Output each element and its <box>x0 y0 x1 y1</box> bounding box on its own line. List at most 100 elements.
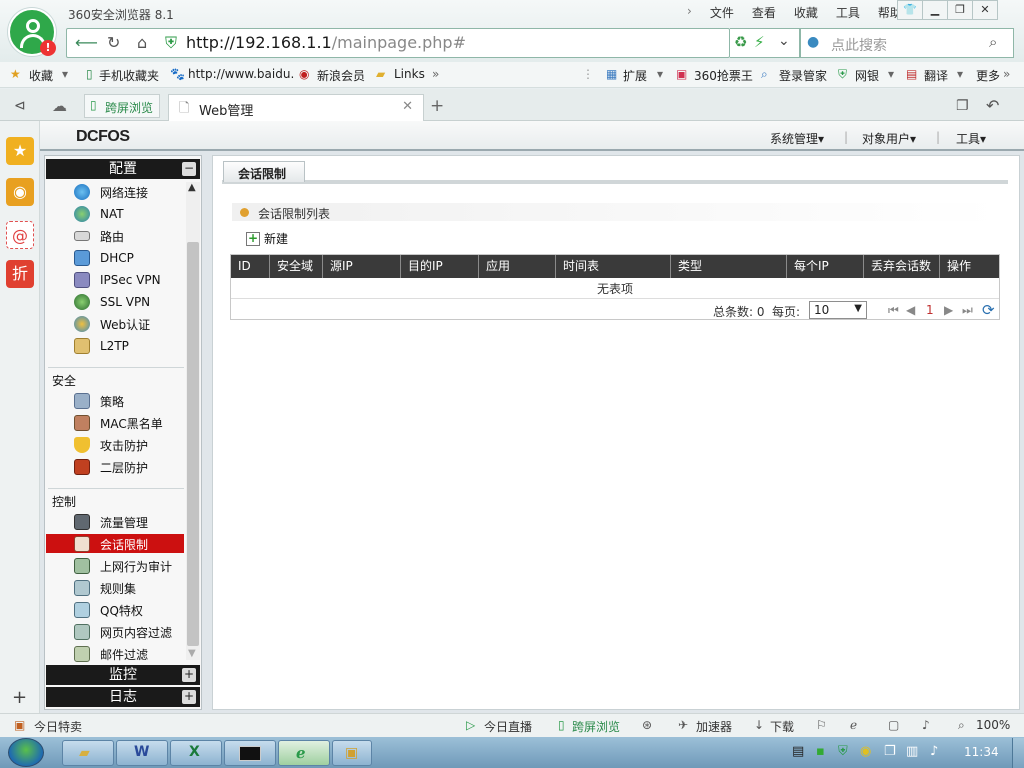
first-page-icon[interactable]: ⏮ <box>888 303 899 318</box>
nav-item-nat[interactable]: NAT <box>74 204 124 224</box>
more-chevron-icon[interactable]: » <box>432 67 439 81</box>
nav-item-ipsec-vpn[interactable]: IPSec VPN <box>74 270 161 290</box>
col-per-ip[interactable]: 每个IP <box>787 255 864 278</box>
nav-item-route[interactable]: 路由 <box>74 226 124 246</box>
menu-file[interactable]: 文件 <box>701 4 743 21</box>
nav-item-session-limit[interactable]: 会话限制 <box>74 534 148 554</box>
chevron-down-icon[interactable]: ⌄ <box>778 33 790 49</box>
dropdown-arrow-icon[interactable]: ▾ <box>657 67 663 81</box>
nav-item-layer2-protection[interactable]: 二层防护 <box>74 457 148 477</box>
ie-icon[interactable]: ℯ <box>850 718 857 732</box>
weibo-icon[interactable]: ◉ <box>6 178 34 206</box>
prev-page-icon[interactable]: ◀ <box>906 303 915 317</box>
menu-view[interactable]: 查看 <box>743 4 785 21</box>
col-schedule[interactable]: 时间表 <box>556 255 671 278</box>
tab-split-browsing[interactable]: ▯ 跨屏浏览 <box>84 94 160 118</box>
dropdown-arrow-icon[interactable]: ▾ <box>62 67 68 81</box>
restore-window-icon[interactable]: ❐ <box>956 98 969 114</box>
nav-item-mail-filter[interactable]: 邮件过滤 <box>74 644 148 664</box>
search-engine-icon[interactable]: ● <box>807 34 819 50</box>
status-live[interactable]: 今日直播 <box>484 718 532 735</box>
tray-app-icon[interactable]: ▪ <box>816 744 825 759</box>
nav-item-attack-protection[interactable]: 攻击防护 <box>74 435 148 455</box>
menu-tools[interactable]: 工具 <box>827 4 869 21</box>
scroll-down-arrow[interactable]: ▼ <box>188 648 196 659</box>
col-id[interactable]: ID <box>231 255 270 278</box>
col-dropped-sessions[interactable]: 丢弃会话数 <box>864 255 940 278</box>
tab-session-limit[interactable]: 会话限制 <box>223 161 305 182</box>
nav-item-ssl-vpn[interactable]: SSL VPN <box>74 292 150 312</box>
col-dst-ip[interactable]: 目的IP <box>401 255 479 278</box>
bookmark-more[interactable]: 更多 <box>976 67 1000 84</box>
nav-item-qq[interactable]: QQ特权 <box>74 600 143 620</box>
nav-item-ruleset[interactable]: 规则集 <box>74 578 136 598</box>
skin-icon[interactable]: 👕 <box>897 0 923 20</box>
bookmark-mobile[interactable]: 手机收藏夹 <box>99 67 159 84</box>
taskbar-explorer[interactable]: ▰ <box>62 740 114 766</box>
col-actions[interactable]: 操作 <box>940 255 999 278</box>
close-button[interactable]: ✕ <box>972 0 998 20</box>
status-today-sale[interactable]: 今日特卖 <box>34 718 82 735</box>
discount-icon[interactable]: 折 <box>6 260 34 288</box>
per-page-select[interactable]: 10 ▼ <box>809 301 867 319</box>
scrollbar-thumb[interactable] <box>187 242 199 646</box>
taskbar-browser[interactable]: ℯ <box>278 740 330 766</box>
expand-icon[interactable]: + <box>182 668 196 682</box>
favorites-star-icon[interactable]: ★ <box>6 137 34 165</box>
nav-item-traffic[interactable]: 流量管理 <box>74 512 148 532</box>
minimize-button[interactable]: ▁ <box>922 0 948 20</box>
nav-item-web-filter[interactable]: 网页内容过滤 <box>74 622 172 642</box>
cloud-icon[interactable]: ☁ <box>52 97 67 115</box>
expand-icon[interactable]: + <box>182 690 196 704</box>
nav-item-behavior-audit[interactable]: 上网行为审计 <box>74 556 172 576</box>
menu-object-user[interactable]: 对象用户▾ <box>862 130 916 147</box>
nav-section-log[interactable]: 日志 + <box>46 687 200 707</box>
nav-section-config[interactable]: 配置 − <box>46 159 200 179</box>
browser-logo-icon[interactable]: ! <box>8 8 56 56</box>
search-box[interactable]: ● 点此搜索 ⌕ <box>800 28 1014 58</box>
nav-item-network[interactable]: 网络连接 <box>74 182 148 202</box>
back-arrow-icon[interactable]: ⟵ <box>75 33 98 52</box>
menu-tools[interactable]: 工具▾ <box>956 130 986 147</box>
tray-film-icon[interactable]: ▤ <box>792 744 804 759</box>
menu-favorites[interactable]: 收藏 <box>785 4 827 21</box>
bookmark-bank[interactable]: 网银 <box>855 67 879 84</box>
taskbar-cmd[interactable] <box>224 740 276 766</box>
last-page-icon[interactable]: ⏭ <box>962 303 973 318</box>
col-src-ip[interactable]: 源IP <box>323 255 401 278</box>
col-app[interactable]: 应用 <box>479 255 556 278</box>
refresh-icon[interactable]: ↻ <box>107 33 120 52</box>
refresh-icon[interactable]: ⟳ <box>982 301 995 319</box>
status-download[interactable]: 下载 <box>770 718 794 735</box>
nav-item-mac-blacklist[interactable]: MAC黑名单 <box>74 413 163 433</box>
taskbar-app[interactable]: ▣ <box>332 740 372 766</box>
col-zone[interactable]: 安全域 <box>270 255 323 278</box>
taskbar-excel[interactable]: X <box>170 740 222 766</box>
volume-icon[interactable]: ♪ <box>922 718 930 732</box>
dropdown-arrow-icon[interactable]: ▾ <box>957 67 963 81</box>
tray-network-icon[interactable]: ▥ <box>906 744 918 759</box>
menu-system-management[interactable]: 系统管理▾ <box>770 130 824 147</box>
tray-volume-icon[interactable]: ♪ <box>930 744 938 759</box>
close-tab-icon[interactable]: ✕ <box>402 99 413 114</box>
url-text[interactable]: http://192.168.1.1/mainpage.php# <box>186 33 466 52</box>
maximize-button[interactable]: ❐ <box>947 0 973 20</box>
nav-item-l2tp[interactable]: L2TP <box>74 336 129 356</box>
home-icon[interactable]: ⌂ <box>137 33 147 52</box>
scroll-up-arrow[interactable]: ▲ <box>188 182 196 193</box>
bookmark-tickets[interactable]: 360抢票王 <box>694 67 753 84</box>
flag-icon[interactable]: ⚐ <box>816 718 827 732</box>
new-tab-button[interactable]: + <box>430 96 444 116</box>
collapse-icon[interactable]: − <box>182 162 196 176</box>
dropdown-arrow-icon[interactable]: ▾ <box>888 67 894 81</box>
recycle-icon[interactable]: ♻ <box>734 33 747 51</box>
bookmark-translate[interactable]: 翻译 <box>924 67 948 84</box>
col-type[interactable]: 类型 <box>671 255 787 278</box>
taskbar-word[interactable]: W <box>116 740 168 766</box>
nav-section-monitor[interactable]: 监控 + <box>46 665 200 685</box>
bookmark-login[interactable]: 登录管家 <box>779 67 827 84</box>
tab-web-admin[interactable]: 🗋 Web管理 ✕ <box>168 94 424 121</box>
show-desktop-button[interactable] <box>1012 738 1024 768</box>
undo-icon[interactable]: ↶ <box>986 96 999 115</box>
next-page-icon[interactable]: ▶ <box>944 303 953 317</box>
